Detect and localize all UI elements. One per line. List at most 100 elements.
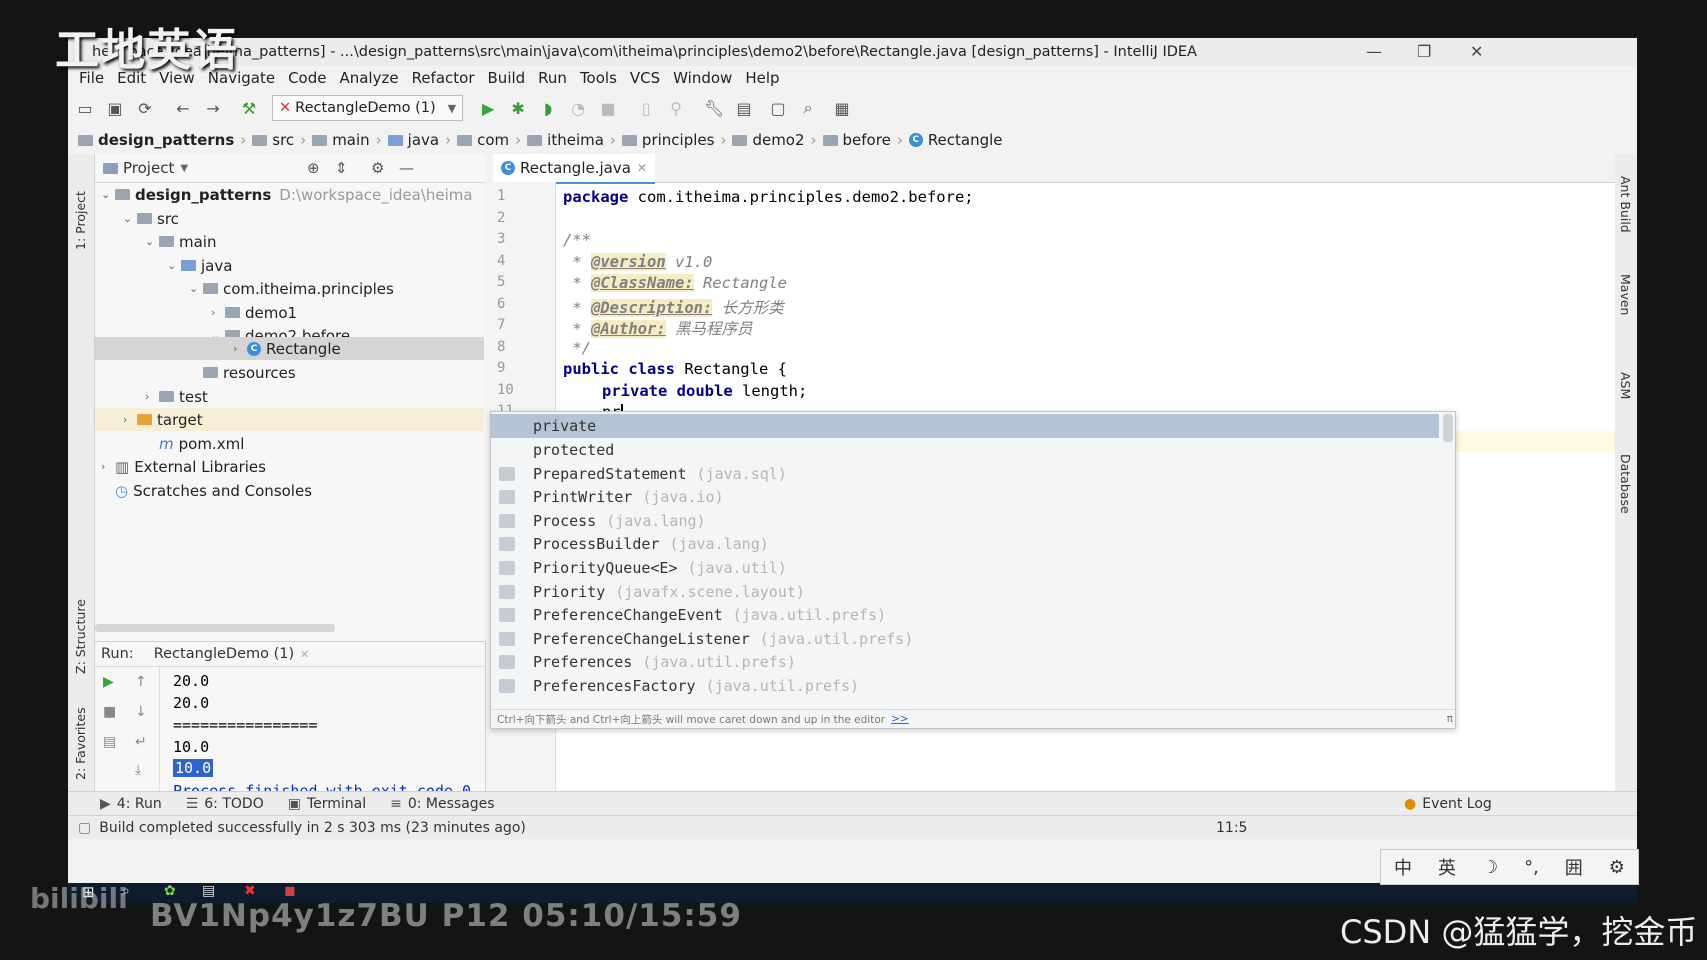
asm-tool-tab[interactable]: ASM	[1618, 372, 1633, 399]
tab-messages[interactable]: ≡ 0: Messages	[390, 796, 494, 812]
menu-refactor[interactable]: Refactor	[412, 69, 475, 87]
completion-footer-link[interactable]: >>	[891, 713, 909, 725]
menu-build[interactable]: Build	[488, 69, 526, 87]
ime-punct-icon[interactable]: °,	[1524, 857, 1539, 878]
stop-icon[interactable]: ■	[595, 95, 621, 121]
gear-icon[interactable]: ⚙	[371, 159, 384, 177]
tab-rectangle-java[interactable]: C Rectangle.java ✕	[493, 154, 655, 184]
profile-icon[interactable]: ◔	[565, 95, 591, 121]
chevron-down-icon[interactable]: ▼	[180, 163, 188, 174]
terminal-window-icon[interactable]: ▢	[765, 95, 791, 121]
structure-tool-tab[interactable]: Z: Structure	[73, 599, 88, 674]
project-tool-tab[interactable]: 1: Project	[73, 191, 88, 250]
ime-lang-icon[interactable]: 英	[1438, 854, 1456, 880]
layout-icon[interactable]: ▤	[103, 734, 116, 750]
favorites-tool-tab[interactable]: 2: Favorites	[73, 707, 88, 780]
scroll-to-end-icon[interactable]: ⤓	[135, 762, 141, 778]
tree-node-external-libraries[interactable]: › ▥ External Libraries	[101, 455, 266, 478]
chevron-right-icon[interactable]: ›	[123, 413, 137, 426]
restore-icon[interactable]: ❐	[1417, 42, 1431, 61]
maven-tool-tab[interactable]: Maven	[1618, 274, 1633, 315]
breadcrumb-item[interactable]: principles ›	[621, 131, 726, 149]
menu-tools[interactable]: Tools	[580, 69, 617, 87]
chevron-down-icon[interactable]: ⌄	[189, 282, 203, 295]
attach-icon[interactable]: ▯	[633, 95, 659, 121]
intellij-taskbar-icon[interactable]: ◼	[284, 883, 296, 899]
ime-mode-icon[interactable]: 中	[1394, 854, 1412, 880]
forward-icon[interactable]: →	[200, 95, 226, 121]
database-tool-tab[interactable]: Database	[1618, 454, 1633, 514]
file-explorer-icon[interactable]: ▤	[202, 883, 215, 899]
completion-item[interactable]: Process (java.lang)	[491, 509, 1439, 533]
completion-item[interactable]: Preferences (java.util.prefs)	[491, 650, 1439, 674]
completion-item[interactable]: PreferencesFactory (java.util.prefs)	[491, 674, 1439, 698]
popup-scrollbar[interactable]	[1443, 414, 1453, 442]
completion-item[interactable]: Priority (javafx.scene.layout)	[491, 580, 1439, 604]
tree-node-scratches[interactable]: ◷ Scratches and Consoles	[115, 479, 312, 502]
menu-run[interactable]: Run	[538, 69, 567, 87]
ime-moon-icon[interactable]: ☽	[1482, 857, 1498, 878]
ant-build-tool-tab[interactable]: Ant Build	[1618, 176, 1633, 233]
locate-icon[interactable]: ⊕	[307, 159, 320, 177]
completion-item[interactable]: private	[491, 414, 1439, 438]
breadcrumb-item[interactable]: itheima ›	[527, 131, 616, 149]
tree-node-src[interactable]: ⌄ src	[123, 207, 179, 230]
collapse-icon[interactable]: ⇕	[335, 159, 348, 177]
chevron-right-icon[interactable]: ›	[101, 460, 115, 473]
completion-item[interactable]: PrintWriter (java.io)	[491, 485, 1439, 509]
tree-node-java[interactable]: ⌄ java	[167, 254, 232, 277]
breadcrumb-item[interactable]: demo2 ›	[732, 131, 817, 149]
completion-item[interactable]: PreparedStatement (java.sql)	[491, 462, 1439, 486]
coverage-icon[interactable]: ◗	[535, 95, 561, 121]
open-folder-icon[interactable]: ▭	[72, 95, 98, 121]
chevron-right-icon[interactable]: ›	[211, 306, 225, 319]
breadcrumb-item[interactable]: before ›	[822, 131, 903, 149]
tree-node-resources[interactable]: resources	[189, 361, 296, 384]
breadcrumb-item[interactable]: java ›	[387, 131, 451, 149]
taskbar-app-icon[interactable]: ✿	[164, 883, 176, 899]
horizontal-scrollbar[interactable]	[95, 624, 335, 632]
run-config-combo[interactable]: ✕ RectangleDemo (1) ▼	[272, 95, 464, 121]
build-hammer-icon[interactable]: ⚒	[236, 95, 262, 121]
tree-node-target[interactable]: › target	[95, 408, 484, 431]
close-icon[interactable]: ✕	[1470, 42, 1483, 61]
breadcrumb-item[interactable]: design_patterns ›	[78, 131, 246, 149]
menu-window[interactable]: Window	[673, 69, 732, 87]
run-icon[interactable]: ▶	[475, 95, 501, 121]
tree-node-project-root[interactable]: ⌄ design_patterns D:\workspace_idea\heima	[101, 183, 473, 206]
chevron-down-icon[interactable]: ⌄	[145, 235, 159, 248]
menu-vcs[interactable]: VCS	[630, 69, 660, 87]
close-icon[interactable]: ✕	[300, 648, 309, 661]
tab-terminal[interactable]: ▣ Terminal	[288, 796, 366, 812]
tree-node-rectangle[interactable]: › C Rectangle	[233, 337, 341, 360]
project-panel-title[interactable]: Project	[123, 159, 174, 177]
tree-node-package[interactable]: ⌄ com.itheima.principles	[189, 277, 394, 300]
stop-icon[interactable]: ■	[103, 704, 116, 720]
tree-node-demo1[interactable]: › demo1	[211, 301, 297, 324]
tree-node-test[interactable]: › test	[145, 385, 208, 408]
chevron-right-icon[interactable]: ›	[145, 390, 159, 403]
code-completion-popup[interactable]: private protected PreparedStatement (java…	[490, 411, 1456, 729]
breadcrumb-item[interactable]: C Rectangle	[908, 131, 1003, 149]
back-icon[interactable]: ←	[170, 95, 196, 121]
search-usages-icon[interactable]: ⚲	[663, 95, 689, 121]
chevron-right-icon[interactable]: ›	[233, 342, 247, 355]
translate-icon[interactable]: ▦	[829, 95, 855, 121]
completion-item[interactable]: protected	[491, 438, 1439, 462]
project-structure-icon[interactable]: ▤	[731, 95, 757, 121]
taskbar-app-icon[interactable]: ✖	[244, 883, 256, 899]
ime-keyboard-icon[interactable]: 囲	[1565, 854, 1583, 880]
menu-code[interactable]: Code	[288, 69, 326, 87]
menu-analyze[interactable]: Analyze	[339, 69, 398, 87]
settings-wrench-icon[interactable]: 🔧︎	[701, 95, 727, 121]
breadcrumb-item[interactable]: com ›	[457, 131, 521, 149]
debug-icon[interactable]: ✱	[505, 95, 531, 121]
minimize-icon[interactable]: —	[1366, 42, 1382, 61]
pi-icon[interactable]: π	[1447, 713, 1453, 725]
up-arrow-icon[interactable]: ↑	[135, 674, 147, 690]
hide-icon[interactable]: —	[399, 159, 414, 177]
rerun-icon[interactable]: ▶	[103, 674, 114, 690]
tab-todo[interactable]: ☰ 6: TODO	[186, 796, 264, 812]
tree-node-pom[interactable]: m pom.xml	[145, 432, 244, 455]
status-toggle-icon[interactable]: ▢	[78, 820, 91, 836]
